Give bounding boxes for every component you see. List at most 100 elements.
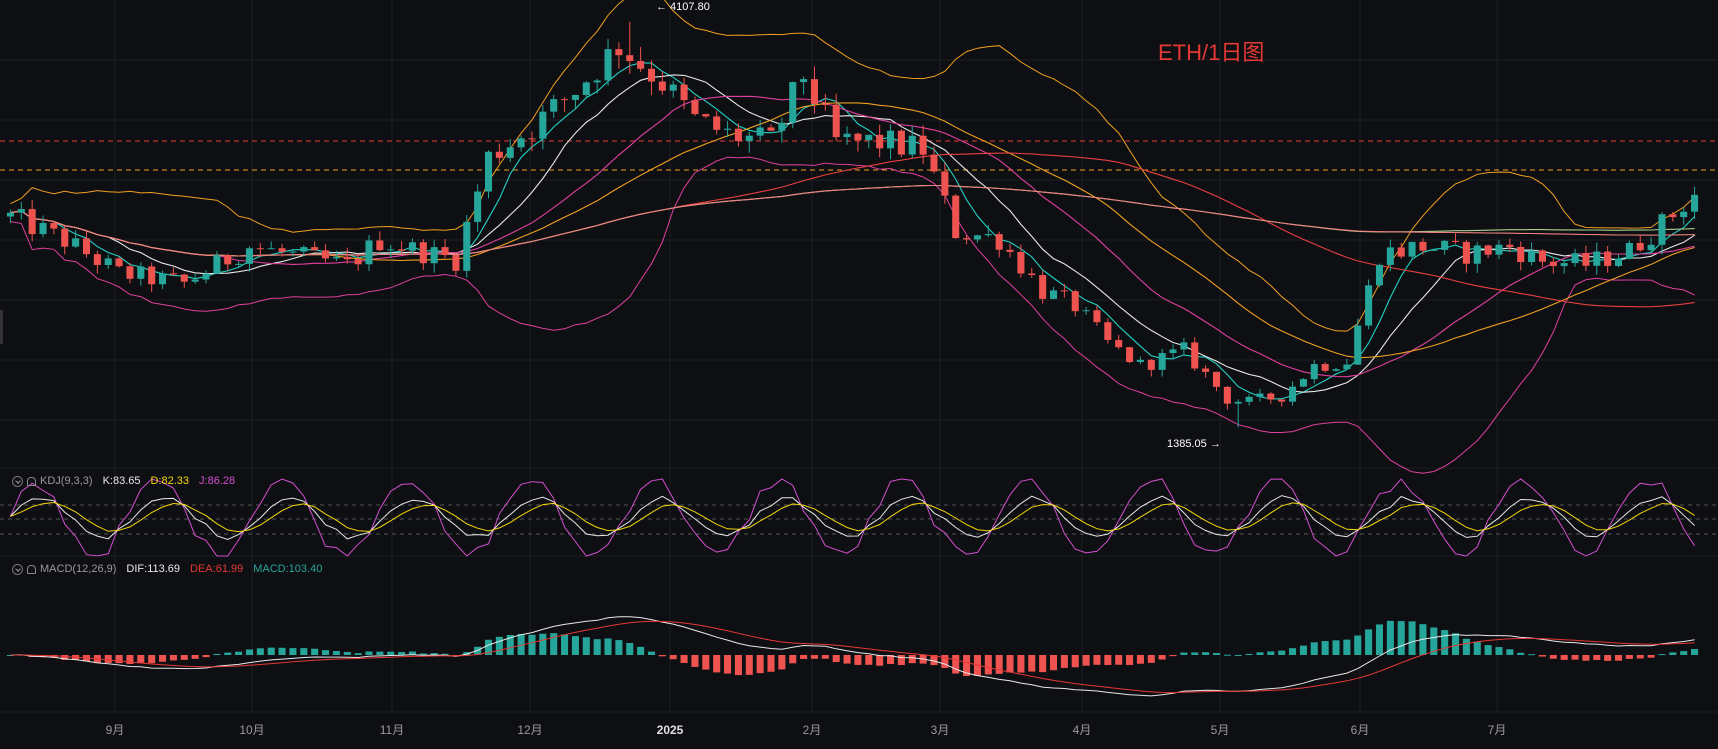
candle-body [235,263,243,265]
candle-body [430,247,438,264]
macd-histogram-bar [1614,655,1623,661]
candle-body [1560,263,1568,267]
alert-bell-icon[interactable] [27,476,36,486]
macd-histogram-bar [1136,655,1144,664]
macd-histogram-bar [1310,642,1318,655]
macd-histogram-bar [637,646,645,655]
candle-body [832,104,840,138]
candle-body [311,247,319,251]
chart-background [0,0,1718,749]
candle-body [1256,393,1264,397]
x-axis-tick-label: 11月 [380,723,404,737]
x-axis-tick-label: 3月 [931,723,950,737]
macd-histogram-bar [1234,654,1242,656]
candle-body [245,248,254,264]
candle-body [39,222,47,235]
macd-histogram-bar [1538,655,1546,657]
kdj-indicator-name[interactable]: KDJ(9,3,3) [40,475,93,487]
candle-body [82,238,91,255]
candle-body [876,134,884,149]
candle-body [1419,241,1427,251]
macd-histogram-bar [1680,651,1688,655]
candle-body [1104,322,1112,340]
candle-body [506,147,514,158]
macd-histogram-bar [235,651,243,655]
macd-histogram-bar [810,655,819,659]
candle-body [669,84,677,91]
candle-body [354,259,362,265]
price-chart[interactable]: 9月 10月 11月 12月 2025 2月 3月 4月 5月 6月 7月 ETH/1日图 ← 41… [0,0,1718,749]
macd-histogram-bar [1256,652,1264,655]
candle-body [191,279,199,282]
macd-indicator-name[interactable]: MACD(12,26,9) [40,563,116,575]
macd-histogram-bar [713,655,721,673]
macd-histogram-bar [213,653,221,655]
candle-body [495,151,503,158]
candle-body [886,130,895,149]
macd-histogram-bar [647,651,656,655]
candle-body [256,248,264,250]
macd-histogram-bar [1397,621,1405,655]
alert-bell-icon[interactable] [27,564,36,574]
macd-histogram-bar [745,655,753,675]
macd-histogram-bar [1028,655,1036,672]
candle-body [1451,240,1460,242]
candle-body [1267,393,1275,400]
collapse-chevron-icon[interactable] [12,563,23,575]
candle-body [1484,245,1492,255]
candle-body [843,133,851,138]
macd-histogram-bar [593,639,601,655]
candle-body [1202,368,1210,372]
candle-body [1343,364,1351,370]
macd-histogram-bar [1299,645,1307,655]
candle-body [1289,386,1297,402]
candle-body [1538,250,1546,262]
candle-body [778,122,786,131]
candle-body [810,79,819,104]
candle-body [1115,339,1123,348]
candle-body [343,256,351,260]
macd-histogram-bar [734,655,742,676]
macd-histogram-bar [1517,652,1525,655]
candle-body [1071,291,1079,312]
macd-histogram-bar [691,655,699,667]
candle-body [61,228,69,247]
candle-body [1245,396,1253,402]
candle-body [908,135,916,155]
left-panel-toggle[interactable] [0,310,3,344]
candle-body [658,81,666,91]
candle-body [702,114,710,117]
candle-body [550,99,558,112]
candle-body [72,238,80,247]
macd-histogram-bar [539,633,547,655]
candle-body [691,100,699,115]
candle-body [1126,347,1134,363]
candle-body [756,127,764,136]
candle-body [365,240,373,265]
candle-body [734,128,742,142]
macd-histogram-bar [876,655,884,666]
candle-body [1495,244,1503,255]
candle-body [1332,369,1340,371]
macd-histogram-bar [311,648,319,655]
macd-histogram-bar [1278,650,1286,655]
candle-body [1625,242,1633,259]
macd-histogram-bar [1604,655,1612,661]
candle-body [647,68,656,82]
macd-histogram-bar [1571,655,1579,660]
candle-body [1006,249,1014,252]
candle-body [995,234,1003,250]
candle-body [800,79,808,83]
candle-body [137,266,145,279]
candle-body [1669,214,1677,218]
macd-dea-value: DEA:61.99 [190,563,244,575]
candle-body [930,154,938,172]
candle-body [452,255,460,271]
macd-histogram-bar [289,648,297,655]
collapse-chevron-icon[interactable] [12,475,23,487]
macd-histogram-bar [767,655,775,672]
macd-histogram-bar [1408,621,1416,655]
candle-body [539,111,547,139]
candle-body [1136,359,1144,363]
candle-body [963,238,971,240]
